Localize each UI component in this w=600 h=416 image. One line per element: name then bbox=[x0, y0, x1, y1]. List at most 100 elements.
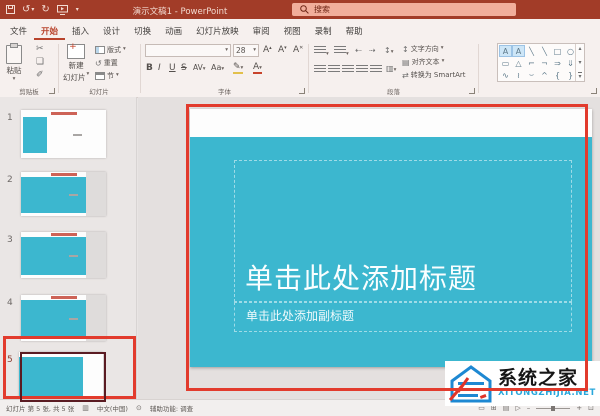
thumb-teal-shape bbox=[23, 117, 47, 153]
shape-line[interactable]: ╲ bbox=[525, 45, 538, 57]
font-dialog-launcher[interactable] bbox=[299, 88, 305, 94]
change-case-button[interactable]: Aa▾ bbox=[211, 64, 224, 73]
layout-button[interactable]: 版式▾ bbox=[95, 45, 126, 55]
tab-design[interactable]: 设计 bbox=[96, 19, 127, 40]
slide-title-placeholder-text[interactable]: 单击此处添加标题 bbox=[245, 257, 477, 297]
shape-elbow-connector-2[interactable]: ¬ bbox=[538, 57, 551, 69]
section-button[interactable]: 节▾ bbox=[95, 71, 119, 81]
justify-button[interactable] bbox=[356, 65, 368, 74]
tab-home[interactable]: 开始 bbox=[34, 19, 65, 40]
accessibility-status[interactable]: 辅助功能: 调查 bbox=[150, 403, 193, 413]
text-highlight-button[interactable]: ✎▾ bbox=[233, 63, 243, 74]
new-slide-label-1: 新建 bbox=[69, 60, 84, 71]
align-text-icon: ▤ bbox=[402, 58, 410, 67]
shape-elbow-connector[interactable]: ⌐ bbox=[525, 57, 538, 69]
chevron-down-icon: ▾ bbox=[442, 59, 445, 65]
shape-rectangle[interactable]: □ bbox=[551, 45, 564, 57]
redo-button[interactable]: ↻ bbox=[41, 5, 49, 15]
clear-formatting-button[interactable]: A✕ bbox=[293, 46, 303, 55]
language-indicator[interactable]: 中文(中国) bbox=[97, 403, 128, 413]
drawing-group: A A ╲ ╲ □ ○ ▭ △ ⌐ ¬ ⇒ ⇓ ∿ ≀ ⌣ ^ { } ▴ bbox=[479, 40, 600, 97]
font-name-combo[interactable]: ▾ bbox=[145, 44, 231, 57]
text-direction-button[interactable]: ↕文字方向▾ bbox=[402, 44, 443, 54]
new-slide-button[interactable]: 新建 幻灯片▾ bbox=[63, 43, 89, 83]
tab-file[interactable]: 文件 bbox=[3, 19, 34, 40]
shape-triangle[interactable]: △ bbox=[512, 57, 525, 69]
start-slideshow-button[interactable] bbox=[57, 5, 68, 15]
gallery-up-button[interactable]: ▴ bbox=[578, 45, 581, 52]
increase-indent-button[interactable]: ⇢ bbox=[369, 46, 376, 55]
slide-thumbnail-2[interactable] bbox=[21, 172, 106, 216]
tab-view[interactable]: 视图 bbox=[277, 19, 308, 40]
slide-subtitle-placeholder-text[interactable]: 单击此处添加副标题 bbox=[246, 307, 354, 324]
shrink-font-button[interactable]: A▾ bbox=[278, 46, 287, 55]
chevron-down-icon: ▾ bbox=[441, 46, 444, 52]
shape-arrow-right[interactable]: ⇒ bbox=[551, 57, 564, 69]
customize-qat-button[interactable]: ▾ bbox=[75, 7, 79, 13]
cut-button[interactable]: ✂ bbox=[36, 45, 44, 54]
tab-record[interactable]: 录制 bbox=[308, 19, 339, 40]
gallery-down-button[interactable]: ▾ bbox=[578, 59, 581, 66]
shapes-gallery-scroll: ▴ ▾ ▾ bbox=[575, 44, 584, 81]
shape-scribble[interactable]: ≀ bbox=[512, 69, 525, 81]
font-color-button[interactable]: A▾ bbox=[253, 63, 262, 74]
align-text-label: 对齐文本 bbox=[412, 57, 440, 67]
zoom-slider[interactable] bbox=[536, 408, 570, 409]
smartart-label: 转换为 SmartArt bbox=[411, 70, 466, 80]
tab-insert[interactable]: 插入 bbox=[65, 19, 96, 40]
columns-button[interactable]: ▥▾ bbox=[386, 64, 396, 74]
slide-canvas[interactable]: 单击此处添加标题 单击此处添加副标题 bbox=[190, 109, 592, 367]
align-text-button[interactable]: ▤对齐文本▾ bbox=[402, 57, 444, 67]
shape-arc[interactable]: ⌣ bbox=[525, 69, 538, 81]
strikethrough-button[interactable]: S bbox=[181, 64, 187, 73]
paragraph-dialog-launcher[interactable] bbox=[469, 88, 475, 94]
slide-thumbnail-5[interactable] bbox=[19, 352, 103, 399]
shape-textbox-horizontal[interactable]: A bbox=[499, 45, 512, 57]
slide-thumbnail-4[interactable] bbox=[21, 295, 106, 341]
underline-button[interactable]: U bbox=[169, 64, 176, 73]
shape-line-arrow[interactable]: ╲ bbox=[538, 45, 551, 57]
numbering-button[interactable]: ▾ bbox=[334, 46, 349, 58]
format-painter-button[interactable]: ✐ bbox=[36, 71, 44, 80]
reset-button[interactable]: ↺重置 bbox=[95, 58, 118, 68]
line-spacing-button[interactable]: ↕▾ bbox=[384, 46, 393, 56]
gallery-more-button[interactable]: ▾ bbox=[578, 72, 581, 80]
undo-button[interactable]: ↺▾ bbox=[22, 5, 34, 15]
clipboard-dialog-launcher[interactable] bbox=[49, 88, 55, 94]
slide-thumbnail-3[interactable] bbox=[21, 232, 106, 278]
tab-transitions[interactable]: 切换 bbox=[127, 19, 158, 40]
tab-review[interactable]: 审阅 bbox=[246, 19, 277, 40]
distribute-button[interactable] bbox=[370, 65, 382, 74]
character-spacing-button[interactable]: AV▾ bbox=[193, 64, 206, 73]
shape-curve[interactable]: ∿ bbox=[499, 69, 512, 81]
spellcheck-icon[interactable]: ▥ bbox=[82, 404, 89, 412]
shape-chevron[interactable]: ^ bbox=[538, 69, 551, 81]
undo-dropdown-icon: ▾ bbox=[31, 7, 34, 13]
grow-font-button[interactable]: A▴ bbox=[263, 46, 272, 55]
font-size-combo[interactable]: 28▾ bbox=[233, 44, 259, 57]
shape-brace-left[interactable]: { bbox=[551, 69, 564, 81]
align-right-button[interactable] bbox=[342, 65, 354, 74]
decrease-indent-button[interactable]: ⇠ bbox=[355, 46, 362, 55]
paste-button[interactable]: 粘贴 ▾ bbox=[6, 43, 22, 83]
reset-icon: ↺ bbox=[95, 59, 102, 68]
italic-button[interactable]: I bbox=[158, 64, 161, 73]
slide-thumbnail-1[interactable] bbox=[21, 110, 106, 158]
watermark-name: 系统之家 bbox=[498, 369, 596, 389]
shape-textbox-vertical[interactable]: A bbox=[512, 45, 525, 57]
copy-button[interactable]: ❏ bbox=[36, 58, 44, 67]
tab-slideshow[interactable]: 幻灯片放映 bbox=[189, 19, 246, 40]
save-button[interactable] bbox=[6, 5, 15, 14]
drawing-dialog-launcher[interactable] bbox=[591, 88, 597, 94]
align-left-button[interactable] bbox=[314, 65, 326, 74]
tab-animations[interactable]: 动画 bbox=[158, 19, 189, 40]
new-slide-dropdown-icon: ▾ bbox=[87, 72, 90, 83]
shape-rounded-rectangle[interactable]: ▭ bbox=[499, 57, 512, 69]
tab-help[interactable]: 帮助 bbox=[339, 19, 370, 40]
bold-button[interactable]: B bbox=[146, 64, 153, 73]
align-center-button[interactable] bbox=[328, 65, 340, 74]
bullets-button[interactable]: ▾ bbox=[314, 46, 329, 58]
text-direction-icon: ↕ bbox=[402, 45, 409, 54]
convert-smartart-button[interactable]: ⇄转换为 SmartArt bbox=[402, 70, 476, 80]
search-box[interactable]: 搜索 bbox=[292, 3, 516, 16]
